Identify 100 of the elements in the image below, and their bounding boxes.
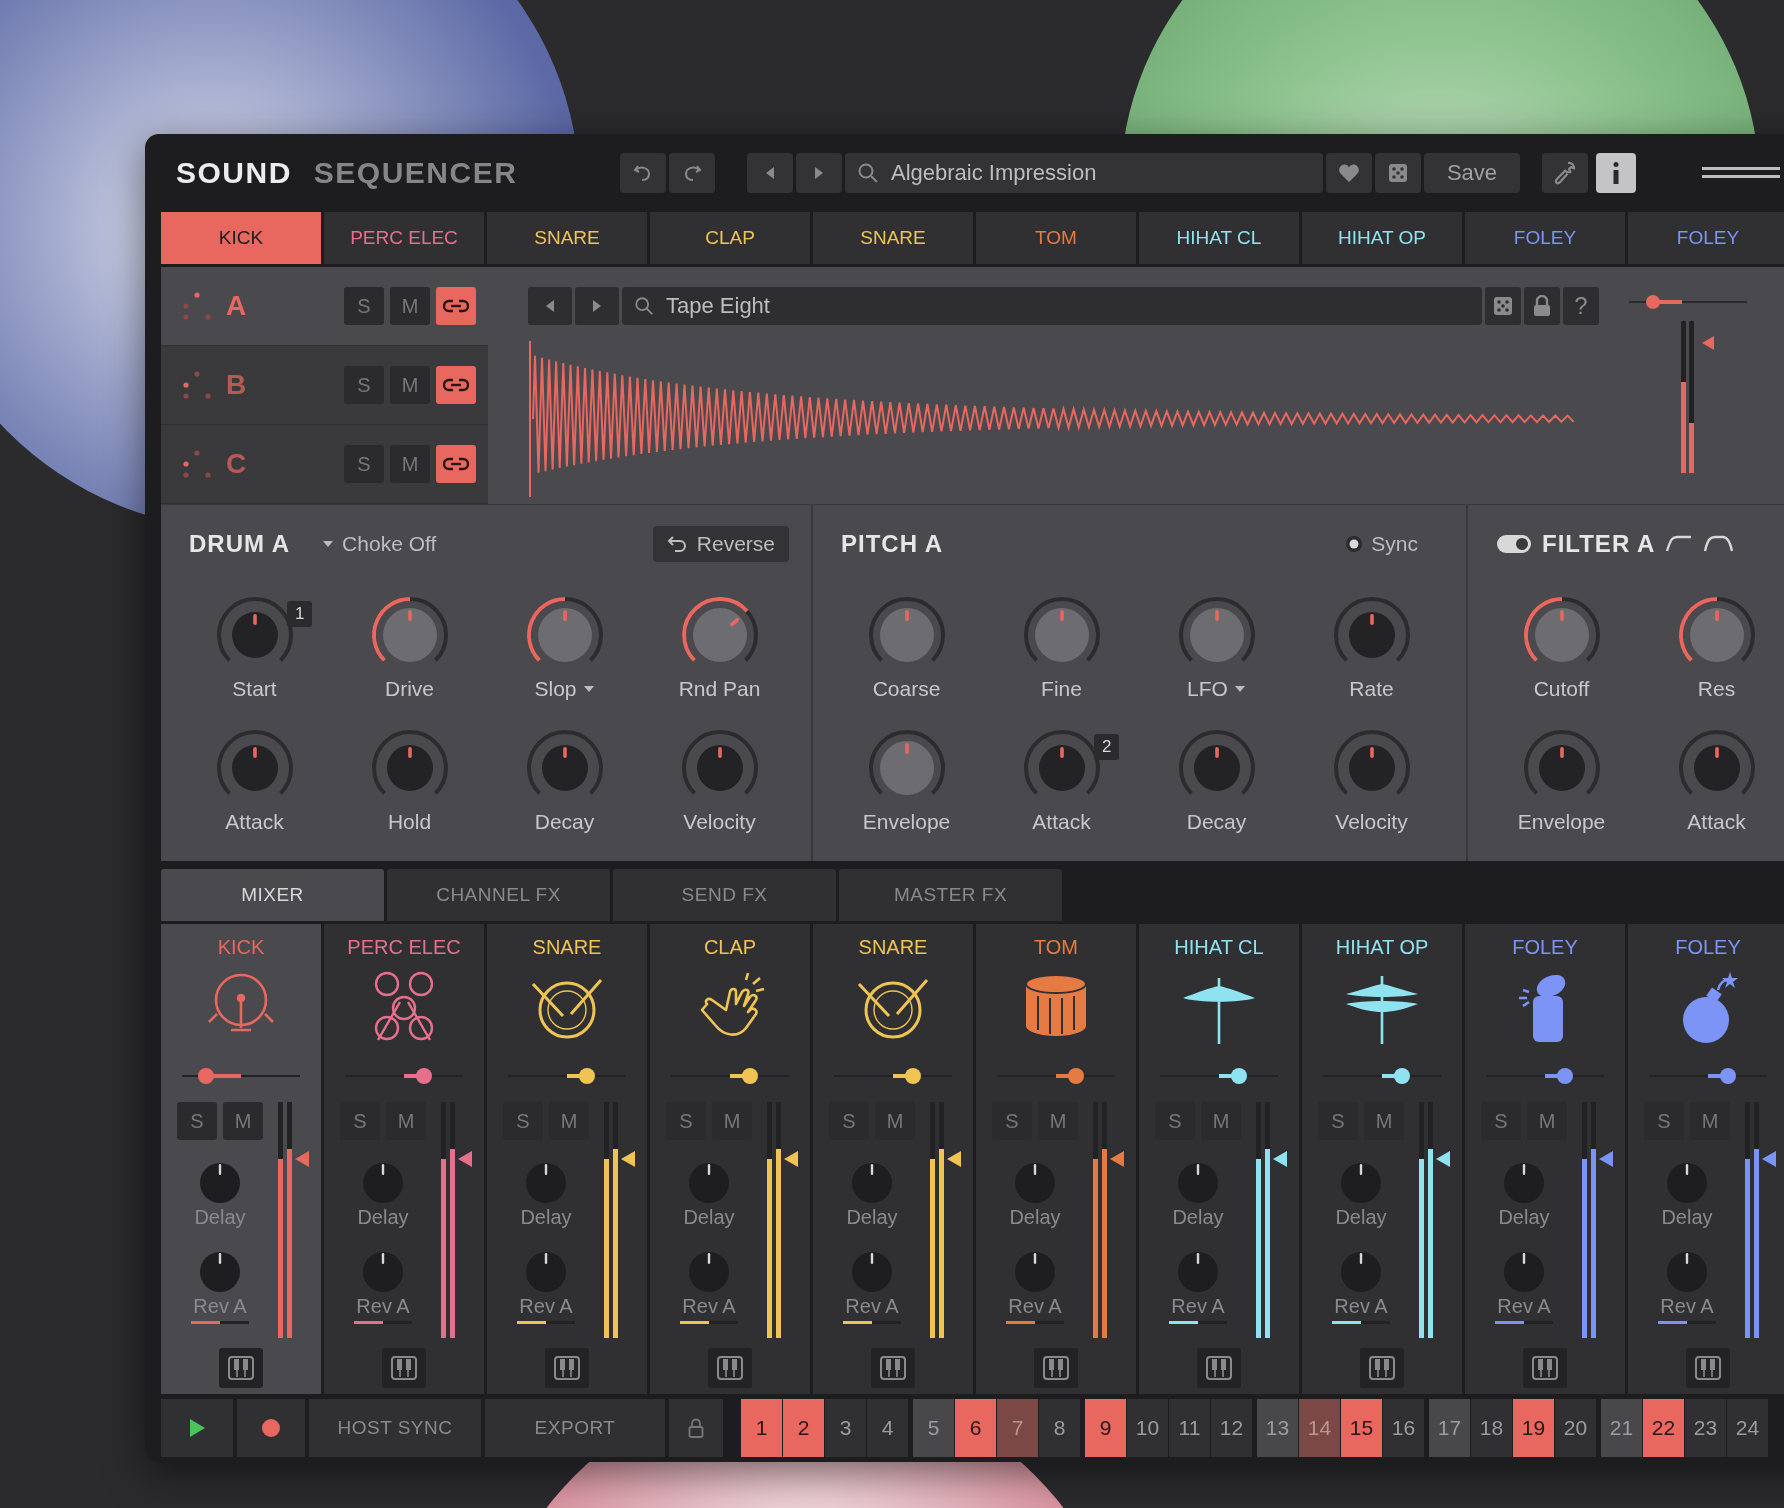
favorite-button[interactable] — [1326, 153, 1372, 193]
fader-handle[interactable] — [946, 1149, 962, 1168]
step-button[interactable]: 12 — [1211, 1399, 1252, 1457]
fader-handle[interactable] — [1598, 1149, 1614, 1168]
reverse-button[interactable]: Reverse — [652, 526, 789, 562]
mixer-channel-strip[interactable]: CLAP S M Delay Rev A — [650, 924, 810, 1394]
keyboard-button[interactable] — [1686, 1348, 1730, 1388]
mute-button[interactable]: M — [1690, 1102, 1730, 1140]
keyboard-button[interactable] — [1523, 1348, 1567, 1388]
fader-handle[interactable] — [457, 1149, 473, 1168]
step-button[interactable]: 17 — [1429, 1399, 1470, 1457]
bandpass-shape-icon[interactable] — [1703, 534, 1734, 554]
mixer-channel-strip[interactable]: SNARE S M Delay Rev A — [487, 924, 647, 1394]
fader-handle[interactable] — [1109, 1149, 1125, 1168]
step-button[interactable]: 22 — [1643, 1399, 1684, 1457]
step-button[interactable]: 24 — [1727, 1399, 1768, 1457]
keyboard-button[interactable] — [545, 1348, 589, 1388]
fader-handle[interactable] — [1701, 335, 1715, 351]
pan-slider[interactable] — [508, 1068, 626, 1084]
step-button[interactable]: 3 — [825, 1399, 866, 1457]
next-button[interactable] — [796, 153, 842, 193]
pan-slider[interactable] — [997, 1068, 1115, 1084]
volume-slider[interactable] — [1629, 295, 1747, 309]
instrument-tab[interactable]: SNARE — [487, 212, 647, 264]
record-button[interactable] — [237, 1399, 305, 1457]
solo-button[interactable]: S — [340, 1102, 380, 1140]
lowpass-shape-icon[interactable] — [1665, 534, 1694, 554]
mixer-tab[interactable]: CHANNEL FX — [387, 869, 610, 921]
keyboard-button[interactable] — [871, 1348, 915, 1388]
export-button[interactable]: EXPORT — [485, 1399, 665, 1457]
mute-button[interactable]: M — [1201, 1102, 1241, 1140]
instrument-tab[interactable]: PERC ELEC — [324, 212, 484, 264]
preset-search-field[interactable]: Algebraic Impression — [845, 153, 1323, 193]
undo-button[interactable] — [620, 153, 666, 193]
mute-button[interactable]: M — [223, 1102, 263, 1140]
caret-icon[interactable] — [1233, 685, 1246, 693]
step-button[interactable]: 16 — [1383, 1399, 1424, 1457]
step-button[interactable]: 7 — [997, 1399, 1038, 1457]
instrument-tab[interactable]: TOM — [976, 212, 1136, 264]
step-button[interactable]: 2 — [783, 1399, 824, 1457]
mute-button[interactable]: M — [386, 1102, 426, 1140]
solo-button[interactable]: S — [829, 1102, 869, 1140]
solo-button[interactable]: S — [1155, 1102, 1195, 1140]
menu-icon[interactable] — [1702, 166, 1780, 180]
instrument-tab[interactable]: FOLEY — [1465, 212, 1625, 264]
pan-slider[interactable] — [671, 1068, 789, 1084]
layer-row[interactable]: A S M — [161, 267, 488, 346]
mute-button[interactable]: M — [875, 1102, 915, 1140]
mute-button[interactable]: M — [1038, 1102, 1078, 1140]
mixer-channel-strip[interactable]: PERC ELEC S M Delay Rev A — [324, 924, 484, 1394]
mute-button[interactable]: M — [1364, 1102, 1404, 1140]
mute-button[interactable]: M — [390, 366, 430, 404]
step-button[interactable]: 10 — [1127, 1399, 1168, 1457]
mixer-tab[interactable]: MIXER — [161, 869, 384, 921]
link-button[interactable] — [436, 366, 476, 404]
dice-button[interactable] — [1485, 287, 1521, 325]
instrument-tab[interactable]: HIHAT OP — [1302, 212, 1462, 264]
link-button[interactable] — [436, 445, 476, 483]
step-button[interactable]: 14 — [1299, 1399, 1340, 1457]
pan-slider[interactable] — [345, 1068, 463, 1084]
mixer-channel-strip[interactable]: FOLEY S M Delay Rev A — [1465, 924, 1625, 1394]
step-button[interactable]: 1 — [741, 1399, 782, 1457]
mute-button[interactable]: M — [390, 445, 430, 483]
solo-button[interactable]: S — [1481, 1102, 1521, 1140]
play-button[interactable] — [161, 1399, 233, 1457]
step-button[interactable]: 23 — [1685, 1399, 1726, 1457]
mixer-channel-strip[interactable]: FOLEY S M Delay Rev A — [1628, 924, 1784, 1394]
mixer-channel-strip[interactable]: SNARE S M Delay Rev A — [813, 924, 973, 1394]
mute-button[interactable]: M — [549, 1102, 589, 1140]
host-sync-button[interactable]: HOST SYNC — [309, 1399, 481, 1457]
lock-button[interactable] — [1524, 287, 1560, 325]
caret-icon[interactable] — [582, 685, 595, 693]
sample-search-field[interactable]: Tape Eight — [622, 287, 1482, 325]
step-button[interactable]: 11 — [1169, 1399, 1210, 1457]
step-button[interactable]: 6 — [955, 1399, 996, 1457]
keyboard-button[interactable] — [382, 1348, 426, 1388]
pan-slider[interactable] — [182, 1068, 300, 1084]
keyboard-button[interactable] — [219, 1348, 263, 1388]
instrument-tab[interactable]: HIHAT CL — [1139, 212, 1299, 264]
fader-handle[interactable] — [620, 1149, 636, 1168]
fader-handle[interactable] — [294, 1149, 310, 1168]
step-button[interactable]: 5 — [913, 1399, 954, 1457]
sync-radio[interactable]: Sync — [1345, 532, 1418, 556]
fader-handle[interactable] — [1435, 1149, 1451, 1168]
step-button[interactable]: 20 — [1555, 1399, 1596, 1457]
choke-dropdown[interactable]: Choke Off — [322, 532, 437, 556]
mixer-channel-strip[interactable]: TOM S M Delay Rev A — [976, 924, 1136, 1394]
help-button[interactable]: ? — [1563, 287, 1599, 325]
instrument-tab[interactable]: SNARE — [813, 212, 973, 264]
keyboard-button[interactable] — [1034, 1348, 1078, 1388]
mute-button[interactable]: M — [1527, 1102, 1567, 1140]
solo-button[interactable]: S — [344, 366, 384, 404]
solo-button[interactable]: S — [1644, 1102, 1684, 1140]
fader-handle[interactable] — [1272, 1149, 1288, 1168]
pan-slider[interactable] — [1160, 1068, 1278, 1084]
mute-button[interactable]: M — [390, 287, 430, 325]
settings-button[interactable] — [1542, 153, 1588, 193]
solo-button[interactable]: S — [1318, 1102, 1358, 1140]
pan-slider[interactable] — [1649, 1068, 1767, 1084]
step-button[interactable]: 13 — [1257, 1399, 1298, 1457]
